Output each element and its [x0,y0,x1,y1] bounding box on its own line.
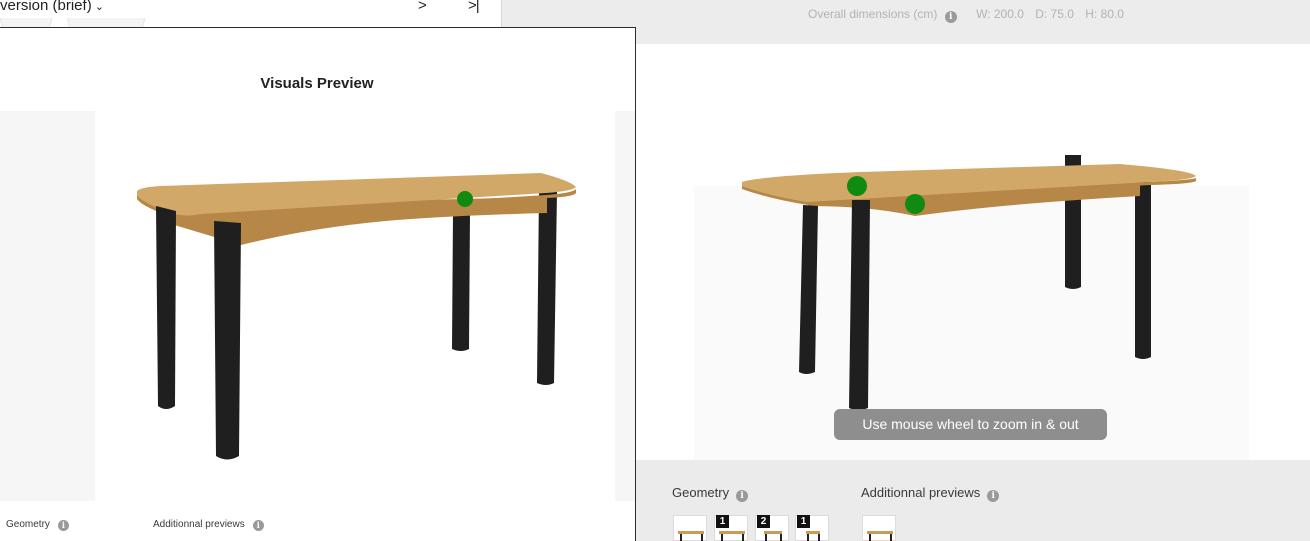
overall-dimensions: Overall dimensions (cm) i W: 200.0 D: 75… [808,7,1132,23]
info-icon[interactable]: i [944,11,957,23]
preview-sections: Geometry i Additionnal previews i 1 2 1 [636,460,1310,541]
additional-preview-thumbnail[interactable] [862,515,896,541]
modal-table-render [137,173,576,460]
additional-previews-title: Additionnal previews i [861,485,1000,502]
hotspot-marker-icon[interactable] [847,176,867,196]
visuals-preview-modal: Visuals Preview Geometry i Additionnal pr… [0,27,636,541]
dimensions-label: Overall dimensions (cm) [808,7,938,21]
variant-count-badge: 1 [716,515,729,528]
modal-additional-previews-title: Additionnal previews i [153,519,264,531]
hotspot-marker-icon[interactable] [457,191,473,207]
version-dropdown[interactable]: version (brief) ⌄ [0,0,104,14]
last-button[interactable]: >| [468,0,480,14]
dimension-height: H: 80.0 [1085,7,1124,21]
hotspot-marker-icon[interactable] [905,194,925,214]
modal-geometry-section-title: Geometry i [6,519,69,531]
info-icon[interactable]: i [57,520,69,531]
geometry-label: Geometry [672,485,730,500]
variant-count-badge: 2 [757,515,770,528]
geometry-section-title: Geometry i [672,485,749,502]
variant-count-badge: 1 [797,515,810,528]
next-button[interactable]: > [418,0,427,14]
info-icon[interactable]: i [987,490,1000,502]
dimension-depth: D: 75.0 [1035,7,1074,21]
additional-previews-label: Additionnal previews [861,485,981,500]
info-icon[interactable]: i [736,490,749,502]
dimension-width: W: 200.0 [976,7,1024,21]
modal-geometry-label: Geometry [6,519,50,530]
chevron-down-icon: ⌄ [94,1,104,13]
zoom-hint: Use mouse wheel to zoom in & out [834,409,1107,440]
info-icon[interactable]: i [252,520,264,531]
geometry-thumbnail[interactable]: 1 [795,515,829,541]
3d-viewer[interactable]: Use mouse wheel to zoom in & out [636,44,1310,460]
geometry-thumbnail[interactable]: 2 [755,515,789,541]
geometry-thumbnail[interactable] [673,515,707,541]
table-render [742,155,1196,410]
version-label-text: version (brief) [0,0,92,14]
modal-additional-previews-label: Additionnal previews [153,519,245,530]
geometry-thumbnail[interactable]: 1 [714,515,748,541]
